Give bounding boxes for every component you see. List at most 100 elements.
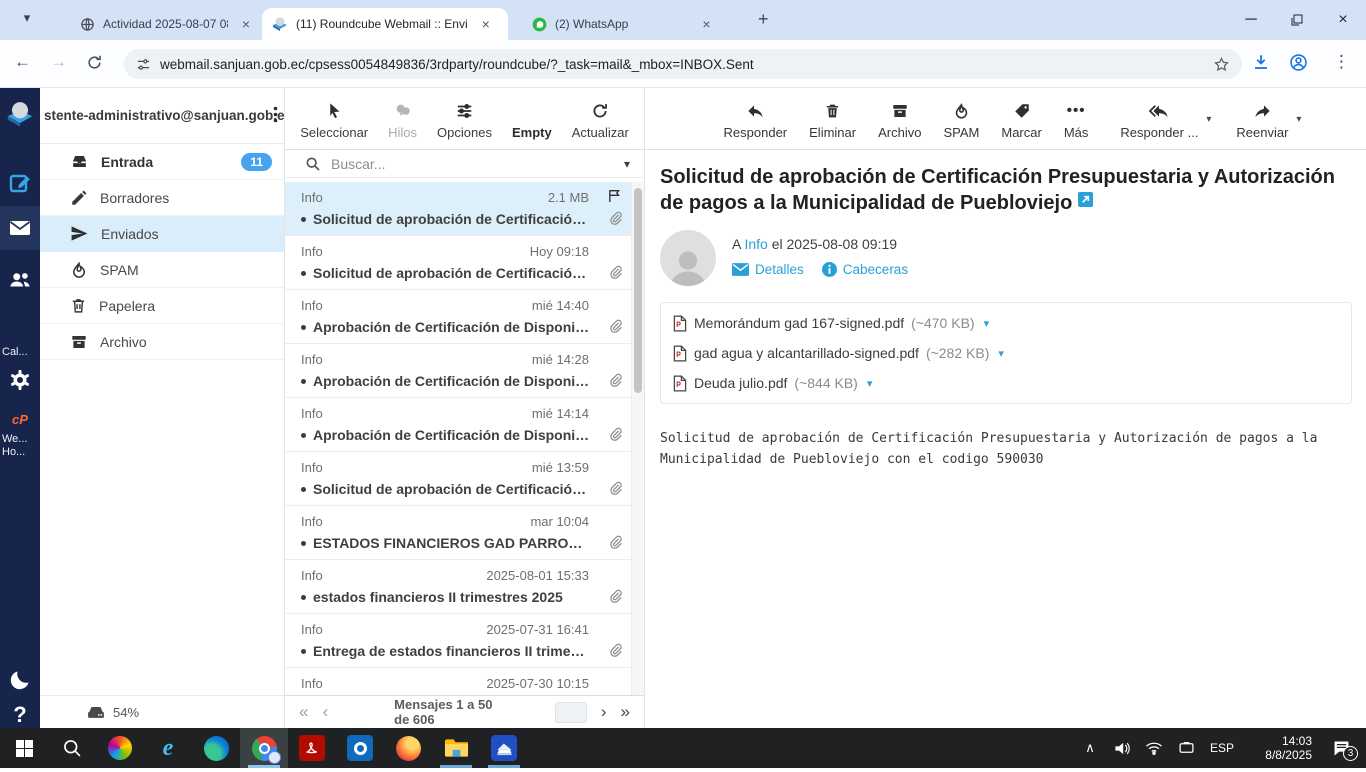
message-list-item[interactable]: Infomar 10:04 ESTADOS FINANCIEROS GAD PA…	[285, 506, 631, 560]
sidebar-item-borradores[interactable]: Borradores	[40, 180, 284, 216]
tab-search-chevron-icon[interactable]: ▾	[14, 10, 40, 32]
threads-button[interactable]: Hilos	[388, 102, 417, 140]
tray-wifi-icon[interactable]	[1140, 741, 1168, 755]
notification-center-icon[interactable]: 3	[1322, 740, 1360, 757]
settings-gear-icon[interactable]	[0, 362, 40, 398]
search-input[interactable]	[331, 156, 614, 172]
sidebar-item-enviados[interactable]: Enviados	[40, 216, 284, 252]
list-scrollbar[interactable]	[631, 182, 644, 695]
refresh-list-button[interactable]: Actualizar	[572, 102, 629, 140]
flag-icon[interactable]	[606, 188, 623, 204]
message-list-item[interactable]: Info2025-07-30 10:15	[285, 668, 631, 695]
archive-button[interactable]: Archivo	[878, 102, 921, 140]
details-link[interactable]: Detalles	[732, 262, 804, 277]
taskbar-search-icon[interactable]	[48, 728, 96, 768]
forward-icon[interactable]: →	[50, 52, 67, 72]
taskbar-outlook-icon[interactable]	[336, 728, 384, 768]
account-menu-icon[interactable]	[273, 106, 278, 123]
maximize-button[interactable]	[1274, 0, 1320, 40]
last-page-icon[interactable]: »	[621, 702, 630, 722]
more-button[interactable]: ••• Más	[1064, 102, 1089, 140]
mark-button[interactable]: Marcar	[1001, 102, 1041, 140]
contacts-icon[interactable]	[0, 258, 40, 302]
options-button[interactable]: Opciones	[437, 102, 492, 140]
help-icon[interactable]: ?	[0, 698, 40, 732]
taskbar-edge-icon[interactable]	[192, 728, 240, 768]
attachment-item[interactable]: gad agua y alcantarillado-signed.pdf (~2…	[673, 341, 1004, 365]
webmail-home-label[interactable]: We...Ho...	[0, 432, 40, 460]
start-button[interactable]	[0, 728, 48, 768]
attachment-menu-caret-icon[interactable]: ▾	[998, 347, 1004, 360]
dark-mode-moon-icon[interactable]	[0, 662, 40, 698]
prev-page-icon[interactable]: ‹	[322, 702, 328, 722]
download-icon[interactable]	[1252, 53, 1270, 71]
tray-volume-icon[interactable]	[1108, 741, 1136, 756]
mail-icon[interactable]	[0, 206, 40, 250]
empty-button[interactable]: Empty	[512, 125, 552, 140]
taskbar-firefox-icon[interactable]	[384, 728, 432, 768]
refresh-icon[interactable]	[86, 54, 103, 71]
message-list-item[interactable]: Infomié 13:59 Solicitud de aprobación de…	[285, 452, 631, 506]
tray-language-indicator[interactable]: ESP	[1204, 741, 1240, 755]
taskbar-file-explorer-icon[interactable]	[432, 728, 480, 768]
tray-display-icon[interactable]	[1172, 741, 1200, 755]
attachment-menu-caret-icon[interactable]: ▾	[984, 317, 990, 330]
next-page-icon[interactable]: ›	[601, 702, 607, 722]
delete-button[interactable]: Eliminar	[809, 102, 856, 140]
reply-button[interactable]: Responder	[724, 102, 788, 140]
reply-all-button[interactable]: Responder ... ▾	[1120, 102, 1198, 140]
account-header[interactable]: stente-administrativo@sanjuan.gob.ec	[40, 88, 284, 144]
taskbar-ie-icon[interactable]: e	[144, 728, 192, 768]
message-list-item[interactable]: InfoHoy 09:18 Solicitud de aprobación de…	[285, 236, 631, 290]
address-bar[interactable]	[124, 49, 1242, 79]
forward-caret-icon[interactable]: ▾	[1296, 114, 1301, 125]
taskbar-scanner-app-icon[interactable]	[480, 728, 528, 768]
sidebar-item-archivo[interactable]: Archivo	[40, 324, 284, 360]
taskbar-chrome-icon[interactable]	[240, 728, 288, 768]
tab-close-icon[interactable]: ×	[702, 16, 710, 32]
taskbar-copilot-icon[interactable]	[96, 728, 144, 768]
attachment-menu-caret-icon[interactable]: ▾	[867, 377, 873, 390]
message-list-item[interactable]: Info2.1 MB Solicitud de aprobación de Ce…	[285, 182, 631, 236]
back-icon[interactable]: ←	[14, 52, 31, 72]
bookmark-star-icon[interactable]	[1213, 56, 1230, 73]
message-list-item[interactable]: Info2025-08-01 15:33 estados financieros…	[285, 560, 631, 614]
select-button[interactable]: Seleccionar	[300, 101, 368, 140]
message-list-item[interactable]: Infomié 14:14 Aprobación de Certificació…	[285, 398, 631, 452]
search-options-chevron-icon[interactable]: ▾	[624, 157, 630, 171]
profile-icon[interactable]	[1289, 53, 1308, 72]
tray-chevron-icon[interactable]: ∧	[1076, 740, 1104, 756]
forward-button[interactable]: Reenviar ▾	[1236, 102, 1288, 140]
reply-all-caret-icon[interactable]: ▾	[1206, 114, 1211, 125]
browser-tab-roundcube[interactable]: (11) Roundcube Webmail :: Envi ×	[262, 8, 508, 40]
calendar-label[interactable]: Cal...	[0, 342, 40, 362]
minimize-button[interactable]: ─	[1228, 0, 1274, 40]
headers-link[interactable]: Cabeceras	[822, 262, 908, 277]
cpanel-logo[interactable]: cP	[0, 406, 40, 432]
tab-close-icon[interactable]: ×	[242, 16, 250, 32]
compose-icon[interactable]	[0, 162, 40, 206]
sidebar-item-spam[interactable]: SPAM	[40, 252, 284, 288]
page-number-input[interactable]	[555, 702, 587, 723]
sidebar-item-papelera[interactable]: Papelera	[40, 288, 284, 324]
message-list-item[interactable]: Infomié 14:28 Aprobación de Certificació…	[285, 344, 631, 398]
taskbar-acrobat-icon[interactable]	[288, 728, 336, 768]
spam-button[interactable]: SPAM	[943, 102, 979, 140]
scrollbar-thumb[interactable]	[634, 188, 642, 393]
external-link-icon[interactable]	[1078, 192, 1093, 207]
site-settings-icon[interactable]	[136, 57, 151, 72]
browser-tab-whatsapp[interactable]: (2) WhatsApp ×	[522, 8, 742, 40]
attachment-item[interactable]: Deuda julio.pdf (~844 KB) ▾	[673, 371, 1339, 395]
first-page-icon[interactable]: «	[299, 702, 308, 722]
new-tab-button[interactable]: +	[758, 9, 769, 30]
sidebar-item-entrada[interactable]: Entrada 11	[40, 144, 284, 180]
url-input[interactable]	[160, 57, 1204, 72]
message-list-item[interactable]: Info2025-07-31 16:41 Entrega de estados …	[285, 614, 631, 668]
search-bar[interactable]: ▾	[285, 150, 644, 178]
tray-clock[interactable]: 14:03 8/8/2025	[1250, 734, 1312, 762]
tab-close-icon[interactable]: ×	[482, 16, 490, 32]
recipient-link[interactable]: Info	[744, 236, 767, 252]
browser-tab-actividad[interactable]: Actividad 2025-08-07 08:00:00 ×	[70, 8, 260, 40]
message-list-item[interactable]: Infomié 14:40 Aprobación de Certificació…	[285, 290, 631, 344]
close-window-button[interactable]: ×	[1320, 0, 1366, 40]
